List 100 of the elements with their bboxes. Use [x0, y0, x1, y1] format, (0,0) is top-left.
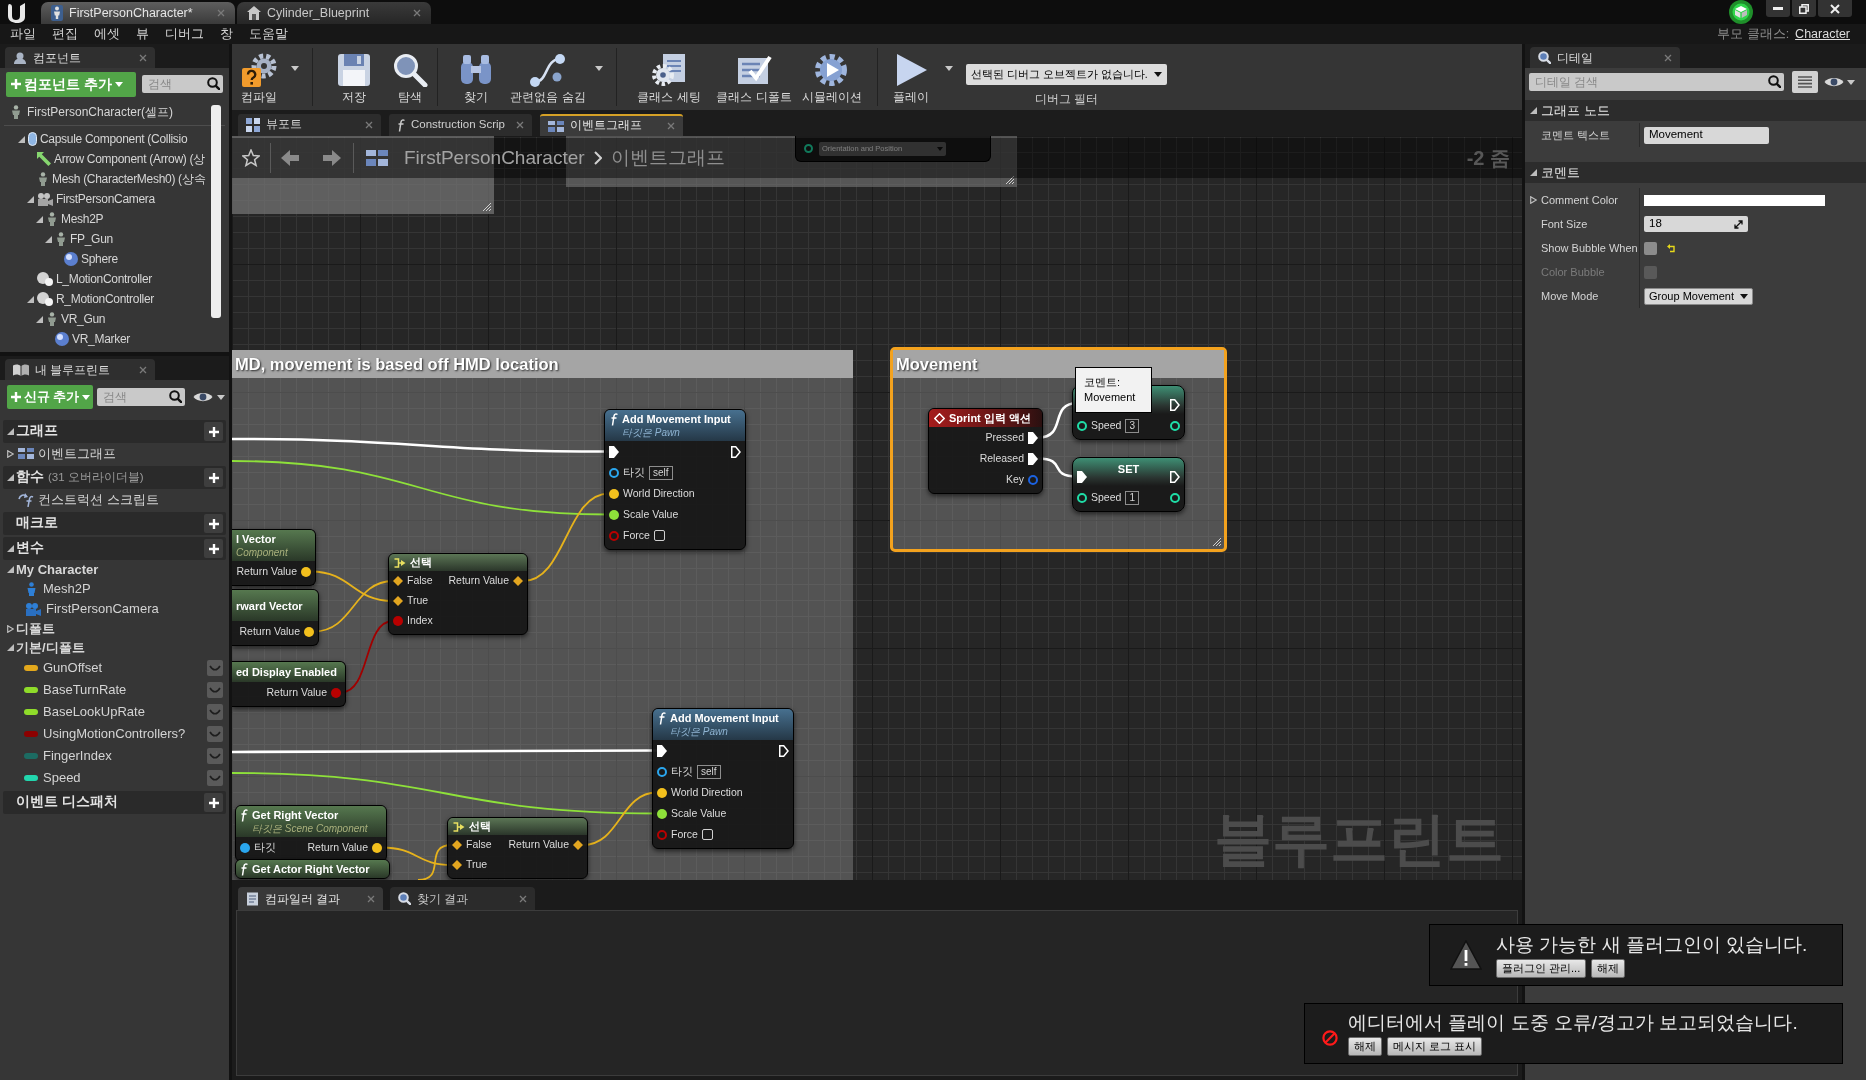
add-button[interactable] [204, 514, 223, 533]
data-pin-icon[interactable] [609, 467, 619, 478]
section-header[interactable]: 변수 [3, 537, 226, 560]
section-header[interactable]: 이벤트 디스패처 [3, 791, 226, 814]
exec-pin-icon[interactable] [1170, 470, 1180, 483]
caret-icon[interactable] [217, 394, 225, 400]
tree-item-label[interactable]: VR_Gun [61, 310, 106, 328]
variable-label[interactable]: Speed [43, 768, 81, 788]
data-pin-icon[interactable] [1077, 492, 1087, 503]
toolbar-button[interactable]: 탐색 [389, 48, 431, 104]
expanded-triangle-icon[interactable] [6, 545, 14, 552]
exec-pin-icon[interactable] [1028, 452, 1038, 465]
tree-item-label[interactable]: Sphere [81, 250, 118, 268]
panel-tab[interactable]: 내 블루프린트 [5, 359, 155, 380]
expanded-triangle-icon[interactable] [44, 235, 52, 243]
exec-pin-icon[interactable] [779, 744, 789, 757]
tree-item-label[interactable]: R_MotionController [56, 290, 154, 308]
data-pin-icon[interactable] [372, 842, 382, 853]
tree-item-label[interactable]: FirstPersonCamera [56, 190, 155, 208]
visibility-toggle[interactable] [207, 682, 223, 698]
tree-item-label[interactable]: Mesh2P [61, 210, 104, 228]
variable-label[interactable]: GunOffset [43, 658, 102, 678]
list-item-label[interactable]: Mesh2P [43, 579, 91, 599]
exec-pin-icon[interactable] [731, 445, 741, 458]
graph-tab[interactable]: Construction Scrip [389, 114, 532, 136]
toolbar-button[interactable]: 저장 [319, 48, 389, 104]
add-button[interactable] [204, 468, 223, 487]
expanded-triangle-icon[interactable] [6, 474, 14, 481]
panel-tab[interactable]: 컴포넌트 [5, 47, 155, 68]
add-button[interactable] [204, 793, 223, 812]
document-tab[interactable]: Cylinder_Blueprint [237, 2, 431, 24]
section-header[interactable]: 그래프 노드 [1525, 100, 1866, 121]
close-button[interactable] [1818, 0, 1852, 17]
resize-grip-icon[interactable] [482, 202, 492, 212]
expanded-triangle-icon[interactable] [1530, 169, 1537, 176]
caret-icon[interactable] [291, 65, 299, 71]
toolbar-button[interactable]: 시뮬레이션 [793, 48, 871, 104]
expanded-triangle-icon[interactable] [26, 295, 34, 303]
toolbar-button[interactable]: 클래스 세팅 [623, 48, 715, 104]
close-icon[interactable] [667, 122, 675, 130]
visibility-toggle[interactable] [207, 770, 223, 786]
data-pin-icon[interactable] [657, 808, 667, 819]
search-icon[interactable] [169, 390, 182, 403]
menu-item[interactable]: 창 [220, 24, 233, 44]
graph-canvas[interactable] [232, 136, 1522, 880]
data-pin-icon[interactable] [1170, 420, 1180, 431]
close-icon[interactable] [139, 53, 147, 62]
collapsed-triangle-icon[interactable] [6, 449, 14, 458]
expanded-triangle-icon[interactable] [6, 566, 14, 573]
tree-item-label[interactable]: Capsule Component (Collisio [40, 130, 188, 148]
toolbar-button[interactable]: 클래스 디폴트 [715, 48, 793, 104]
expanded-triangle-icon[interactable] [26, 195, 34, 203]
forward-arrow-icon[interactable] [323, 150, 341, 166]
visibility-toggle[interactable] [207, 704, 223, 720]
panel-tab[interactable]: 디테일 [1530, 47, 1680, 68]
expanded-triangle-icon[interactable] [1530, 107, 1537, 114]
diamond-pin-icon[interactable] [452, 860, 462, 870]
data-pin-icon[interactable] [301, 566, 311, 577]
checkbox[interactable] [1644, 241, 1657, 255]
diamond-pin-icon[interactable] [573, 840, 583, 850]
expanded-triangle-icon[interactable] [35, 315, 43, 323]
menu-item[interactable]: 편집 [52, 24, 78, 44]
search-field[interactable]: 검색 [142, 75, 223, 93]
section-header[interactable]: 함수 (31 오버라이더블) [3, 466, 226, 489]
menu-item[interactable]: 뷰 [136, 24, 149, 44]
debug-filter-dropdown[interactable]: 선택된 디버그 오브젝트가 없습니다. [966, 64, 1167, 85]
caret-icon[interactable] [595, 65, 603, 71]
diamond-pin-icon[interactable] [452, 840, 462, 850]
notification-button[interactable]: 해제 [1348, 1037, 1382, 1056]
section-header[interactable]: 매크로 [3, 512, 226, 535]
variable-label[interactable]: UsingMotionControllers? [43, 724, 186, 744]
text-field[interactable]: Movement [1644, 126, 1769, 144]
tree-item-label[interactable]: VR_Marker [72, 330, 130, 348]
pin-value-field[interactable]: 1 [1125, 490, 1139, 505]
close-icon[interactable] [413, 9, 421, 17]
eye-icon[interactable] [1824, 76, 1844, 88]
visibility-toggle[interactable] [207, 726, 223, 742]
menu-item[interactable]: 디버그 [165, 24, 204, 44]
exec-pin-icon[interactable] [1077, 470, 1087, 483]
exec-pin-icon[interactable] [1170, 398, 1180, 411]
category-title[interactable]: My Character [16, 559, 99, 580]
close-icon[interactable] [365, 121, 373, 129]
panel-tab[interactable]: 찾기 결과 [390, 887, 535, 910]
search-icon[interactable] [1768, 75, 1781, 88]
data-pin-icon[interactable] [304, 626, 314, 637]
data-pin-icon[interactable] [609, 488, 619, 499]
add-button[interactable] [204, 422, 223, 441]
breadcrumb-link[interactable]: FirstPersonCharacter [404, 143, 585, 173]
data-pin-icon[interactable] [240, 842, 250, 853]
tree-item-label[interactable]: Arrow Component (Arrow) (상 [54, 150, 205, 168]
color-swatch[interactable] [1644, 194, 1825, 206]
add-button[interactable] [204, 539, 223, 558]
close-icon[interactable] [1664, 53, 1672, 62]
document-tab[interactable]: FirstPersonCharacter* [41, 2, 235, 24]
tree-item-label[interactable]: L_MotionController [56, 270, 152, 288]
back-arrow-icon[interactable] [281, 150, 299, 166]
visibility-toggle[interactable] [207, 660, 223, 676]
variable-label[interactable]: BaseLookUpRate [43, 702, 145, 722]
reset-arrow-icon[interactable] [1667, 243, 1676, 253]
close-icon[interactable] [519, 894, 527, 903]
